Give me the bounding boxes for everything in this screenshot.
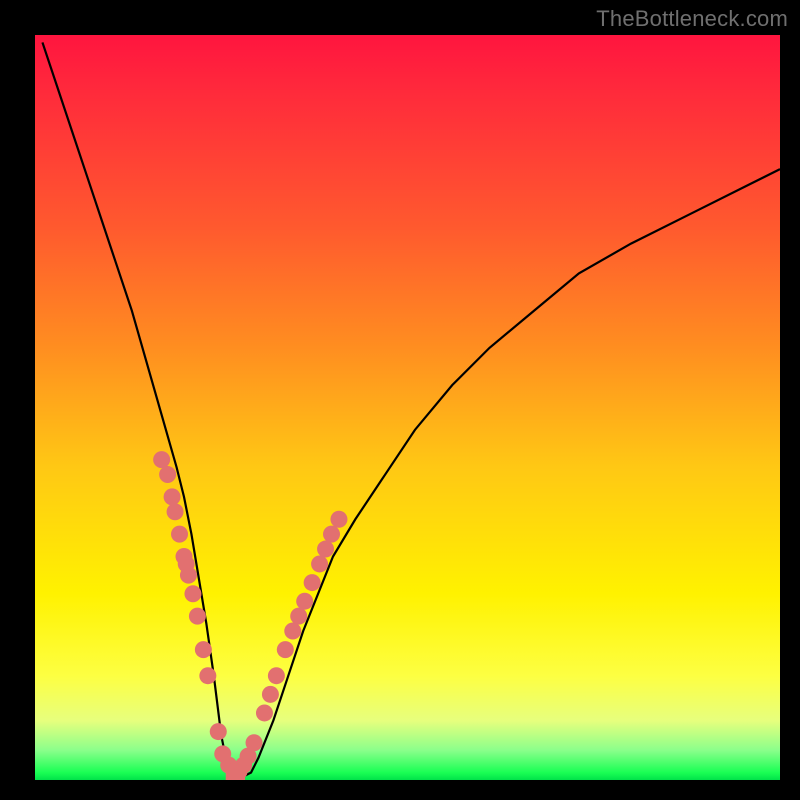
marker-dot <box>304 574 321 591</box>
bottleneck-curve <box>42 42 780 776</box>
marker-dot <box>159 466 176 483</box>
plot-area <box>35 35 780 780</box>
marker-dot <box>189 608 206 625</box>
marker-dot <box>180 567 197 584</box>
chart-svg <box>35 35 780 780</box>
marker-dot <box>284 623 301 640</box>
marker-dot <box>330 511 347 528</box>
marker-dot <box>199 667 216 684</box>
marker-dot <box>317 541 334 558</box>
marker-dot <box>323 526 340 543</box>
marker-dot <box>277 641 294 658</box>
marker-dot <box>167 503 184 520</box>
watermark-text: TheBottleneck.com <box>596 6 788 32</box>
left-marker-group <box>153 451 243 779</box>
marker-dot <box>210 723 227 740</box>
marker-dot <box>164 488 181 505</box>
marker-dot <box>256 704 273 721</box>
chart-frame: TheBottleneck.com <box>0 0 800 800</box>
marker-dot <box>195 641 212 658</box>
marker-dot <box>296 593 313 610</box>
marker-dot <box>246 734 263 751</box>
marker-dot <box>262 686 279 703</box>
marker-dot <box>290 608 307 625</box>
marker-dot <box>311 555 328 572</box>
right-marker-group <box>231 511 348 780</box>
marker-dot <box>153 451 170 468</box>
marker-dot <box>171 526 188 543</box>
marker-dot <box>268 667 285 684</box>
marker-dot <box>184 585 201 602</box>
bottom-bar <box>226 767 245 780</box>
